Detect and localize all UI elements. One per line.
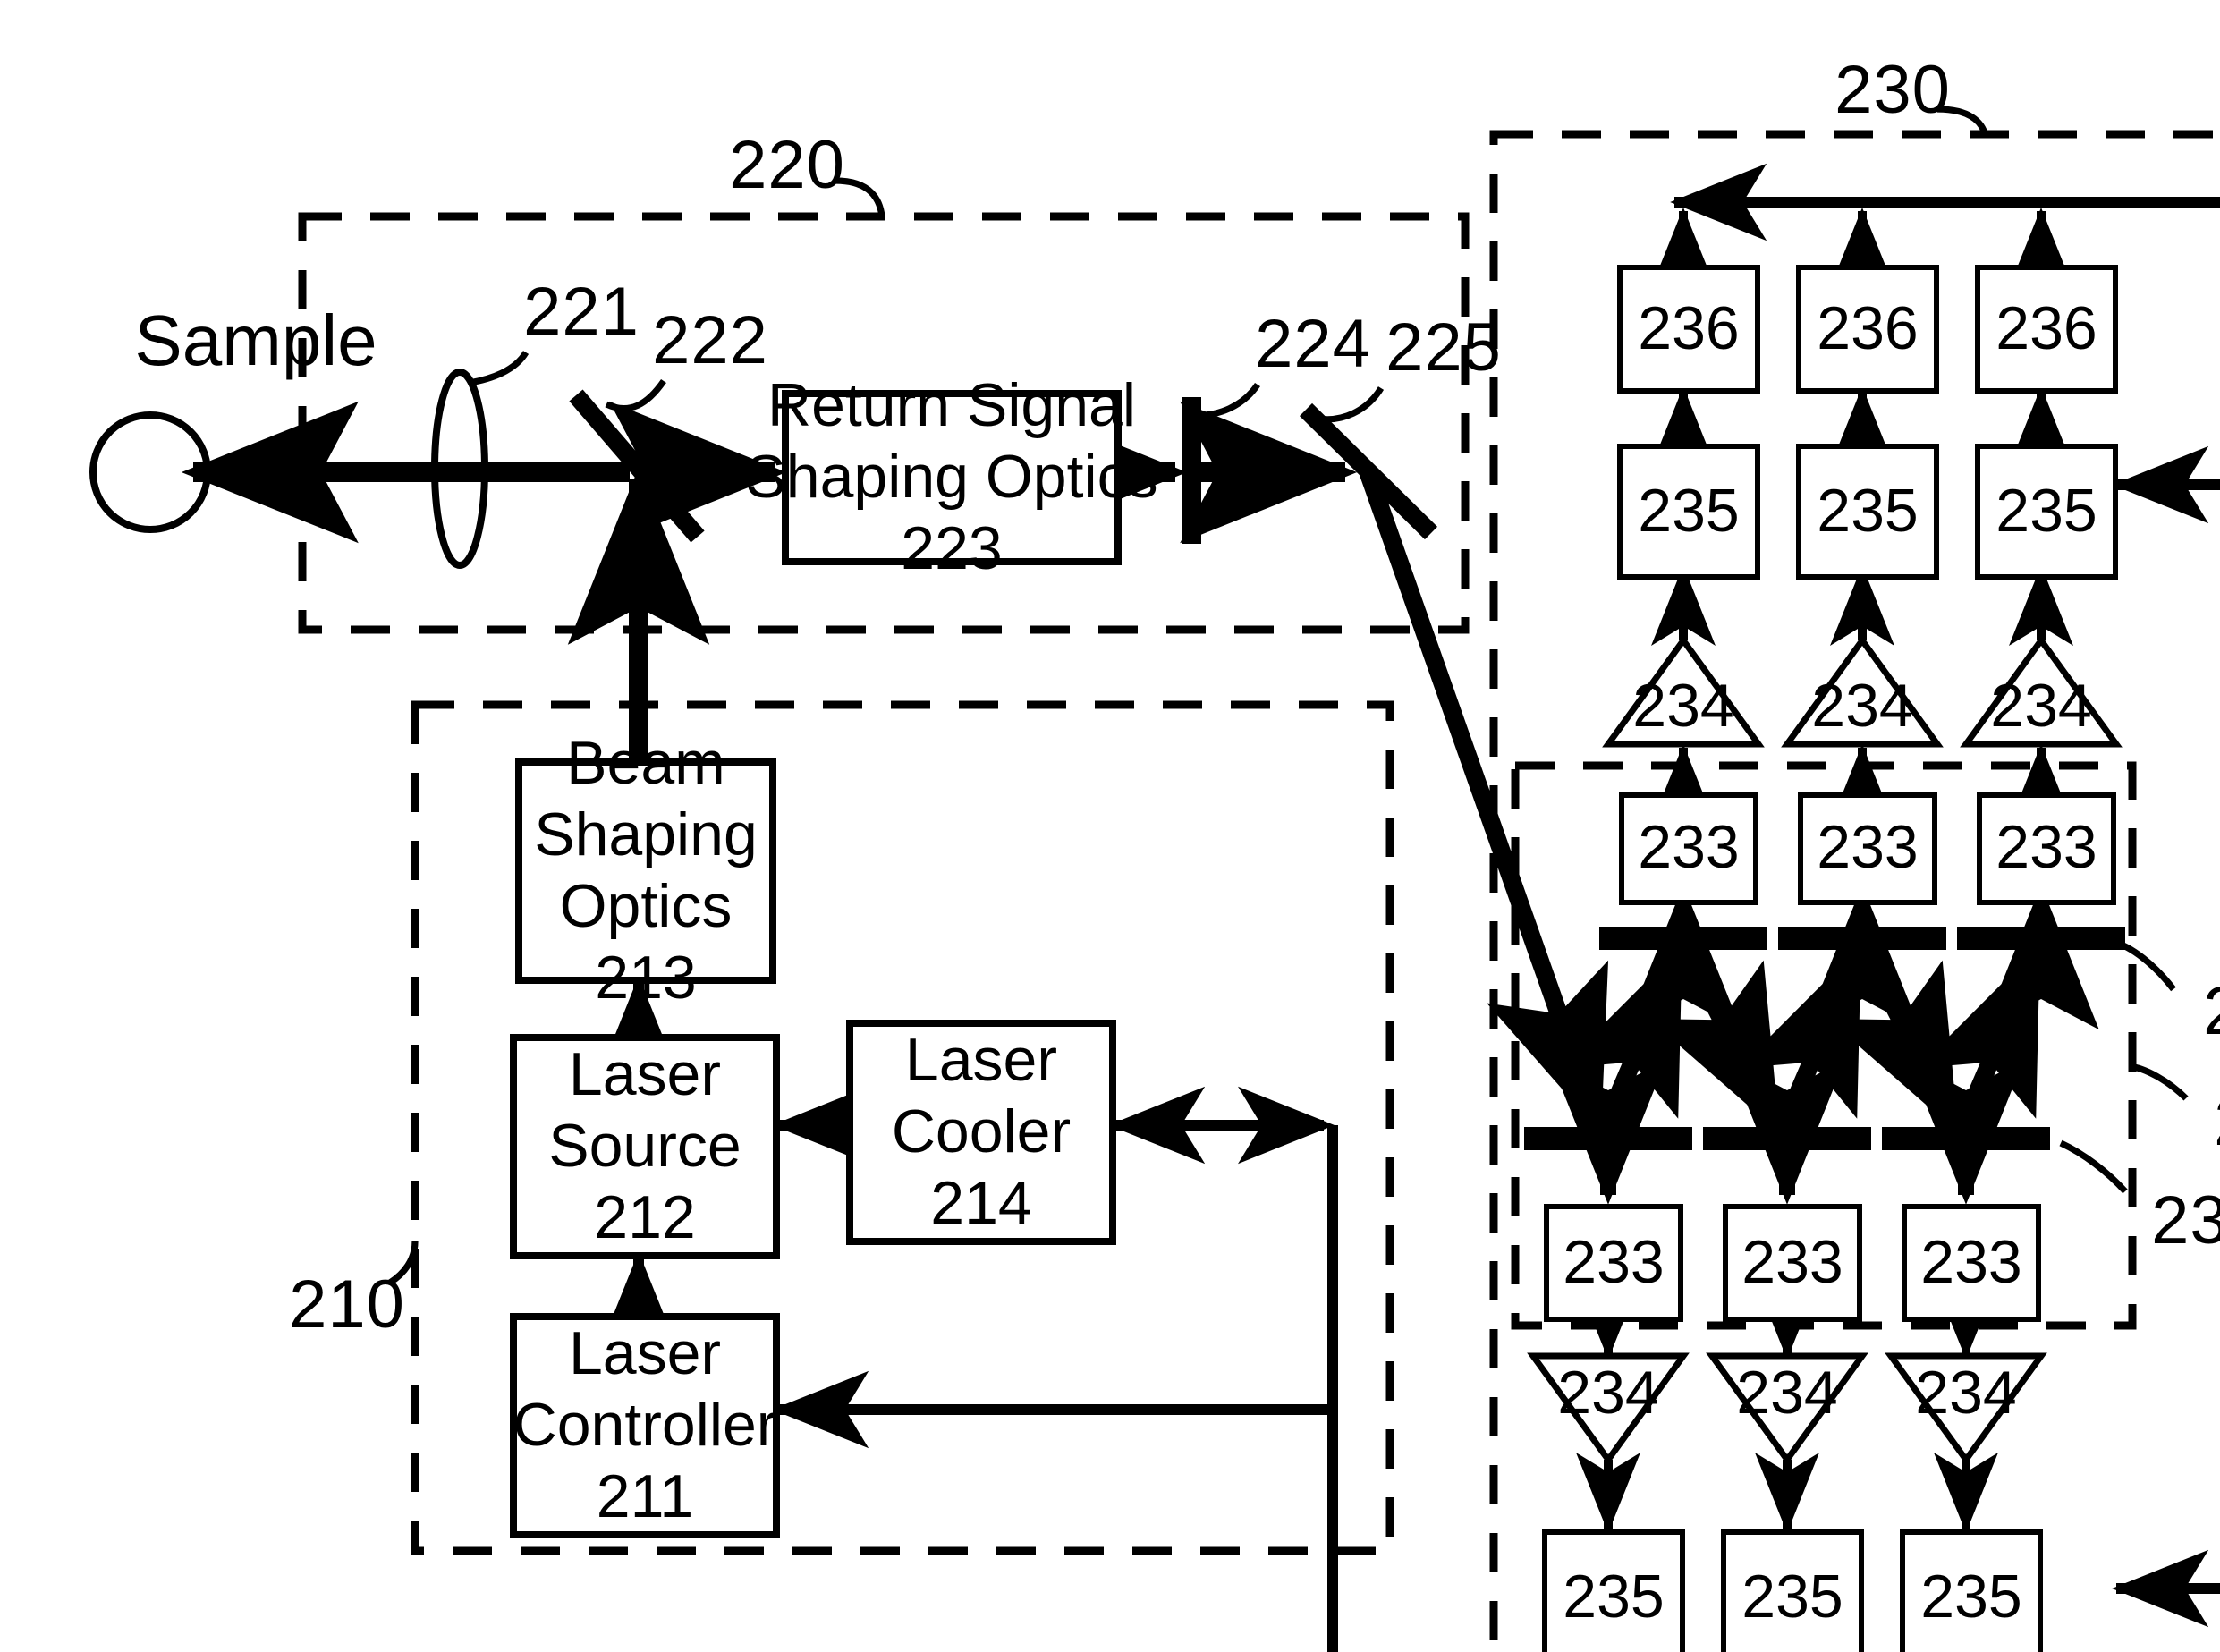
reference-numeral-230: 230 (1818, 50, 1968, 132)
detector-label: 233 (1741, 1228, 1843, 1297)
detector-label: 235 (1920, 1563, 2022, 1632)
detector-label: 233 (1563, 1228, 1665, 1297)
detector-233-lower-col3[interactable]: 233 (1902, 1204, 2041, 1322)
detector-label: 233 (1920, 1228, 2022, 1297)
amplifier-234-lower-col1[interactable]: 234 (1555, 1360, 1662, 1427)
detector-233-upper-col1[interactable]: 233 (1619, 792, 1758, 905)
detector-233-upper-col2[interactable]: 233 (1798, 792, 1937, 905)
reference-numeral-231: 231 (2197, 1082, 2220, 1165)
amplifier-label: 234 (1990, 672, 2092, 741)
patent-figure-canvas: Return Signal Shaping Optics 223 Beam Sh… (0, 0, 2220, 1652)
detector-235-lower-col2[interactable]: 235 (1721, 1529, 1864, 1652)
reference-numeral-232-upper: 232 (2186, 971, 2220, 1054)
amplifier-234-lower-col2[interactable]: 234 (1733, 1360, 1841, 1427)
amplifier-label: 234 (1811, 672, 1913, 741)
detector-233-lower-col1[interactable]: 233 (1544, 1204, 1683, 1322)
label-sample: Sample (86, 301, 426, 386)
detector-label: 233 (1817, 814, 1919, 883)
detector-235-lower-col3[interactable]: 235 (1900, 1529, 2043, 1652)
numeral-text: 232 (2151, 1183, 2220, 1259)
reference-numeral-232-lower: 232 (2134, 1181, 2220, 1263)
amplifier-label: 234 (1915, 1359, 2017, 1427)
amplifier-label: 234 (1632, 672, 1734, 741)
amplifier-label: 234 (1736, 1359, 1838, 1427)
amplifier-234-upper-col3[interactable]: 234 (1987, 673, 2095, 741)
reference-numeral-220: 220 (712, 125, 862, 208)
detector-233-lower-col2[interactable]: 233 (1723, 1204, 1862, 1322)
numeral-text: 221 (523, 275, 640, 351)
reference-numeral-210: 210 (272, 1265, 422, 1347)
detector-label: 235 (1563, 1563, 1665, 1632)
detector-label: 233 (1995, 814, 2097, 883)
numeral-text: 222 (652, 303, 768, 379)
detector-233-upper-col3[interactable]: 233 (1977, 792, 2116, 905)
numeral-text: 224 (1255, 307, 1371, 383)
amplifier-234-upper-col1[interactable]: 234 (1630, 673, 1737, 741)
detector-235-lower-col1[interactable]: 235 (1542, 1529, 1685, 1652)
amplifier-label: 234 (1557, 1359, 1659, 1427)
amplifier-234-upper-col2[interactable]: 234 (1809, 673, 1916, 741)
numeral-text: 230 (1834, 53, 1951, 129)
numeral-text: 220 (729, 128, 845, 204)
reference-numeral-222: 222 (635, 301, 785, 383)
reference-numeral-225: 225 (1368, 308, 1519, 390)
detector-label: 233 (1638, 814, 1740, 883)
label-text: Sample (134, 302, 377, 382)
numeral-text: 232 (2203, 972, 2220, 1053)
reference-numeral-221: 221 (506, 272, 657, 354)
reference-numeral-224: 224 (1238, 304, 1388, 386)
numeral-text: 210 (289, 1267, 405, 1343)
numeral-text: 225 (1385, 310, 1502, 386)
numeral-text: 231 (2214, 1083, 2220, 1164)
amplifier-234-lower-col3[interactable]: 234 (1912, 1360, 2020, 1427)
detector-label: 235 (1741, 1563, 1843, 1632)
